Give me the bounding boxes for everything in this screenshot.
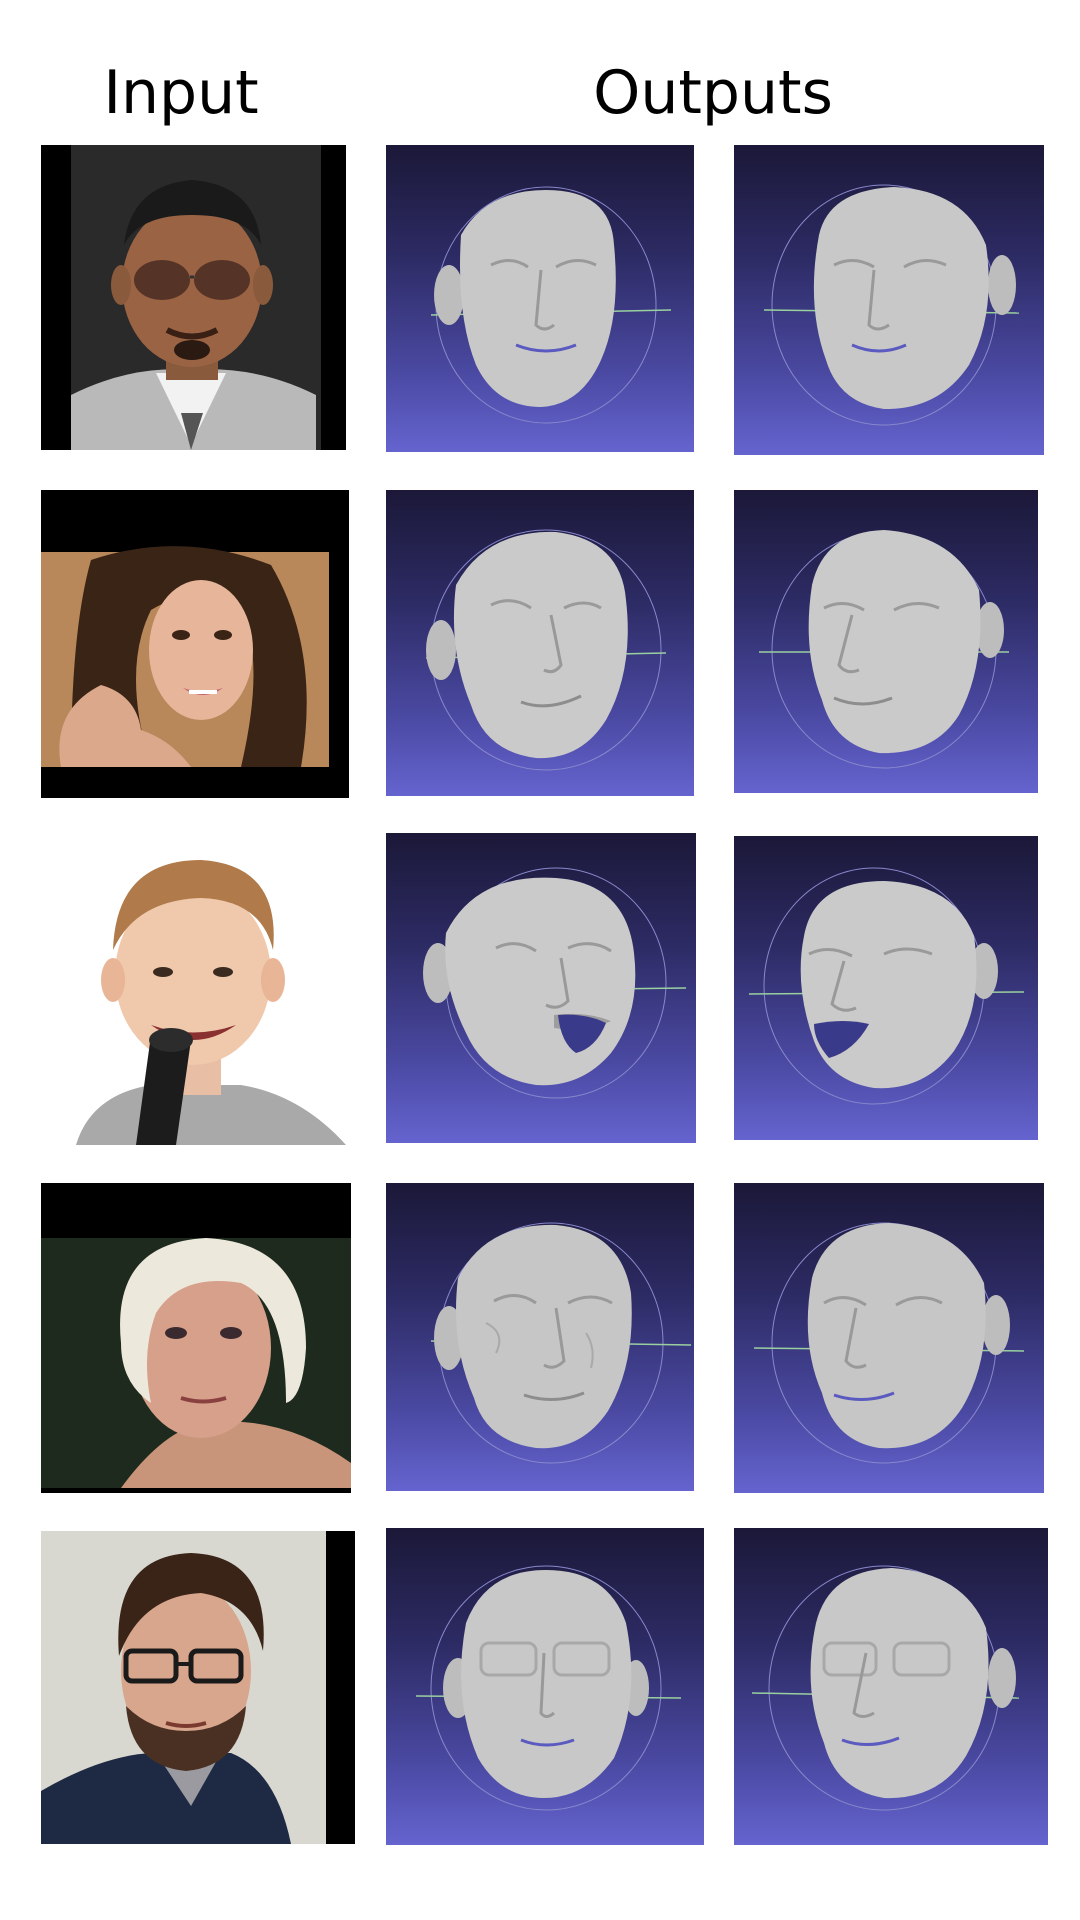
output-render-5b	[734, 1528, 1048, 1845]
input-photo-2	[41, 490, 349, 798]
output-render-1b	[734, 145, 1044, 455]
output-render-2b	[734, 490, 1038, 793]
input-photo-3	[41, 840, 346, 1145]
outputs-header: Outputs	[593, 58, 833, 128]
output-render-4a	[386, 1183, 694, 1491]
output-render-2a	[386, 490, 694, 796]
output-render-1a	[386, 145, 694, 452]
output-render-3b	[734, 836, 1038, 1140]
output-render-3a	[386, 833, 696, 1143]
input-header: Input	[103, 58, 259, 128]
input-photo-5	[41, 1531, 355, 1844]
input-photo-1	[41, 145, 346, 450]
output-render-5a	[386, 1528, 704, 1845]
output-render-4b	[734, 1183, 1044, 1493]
input-photo-4	[41, 1183, 351, 1493]
